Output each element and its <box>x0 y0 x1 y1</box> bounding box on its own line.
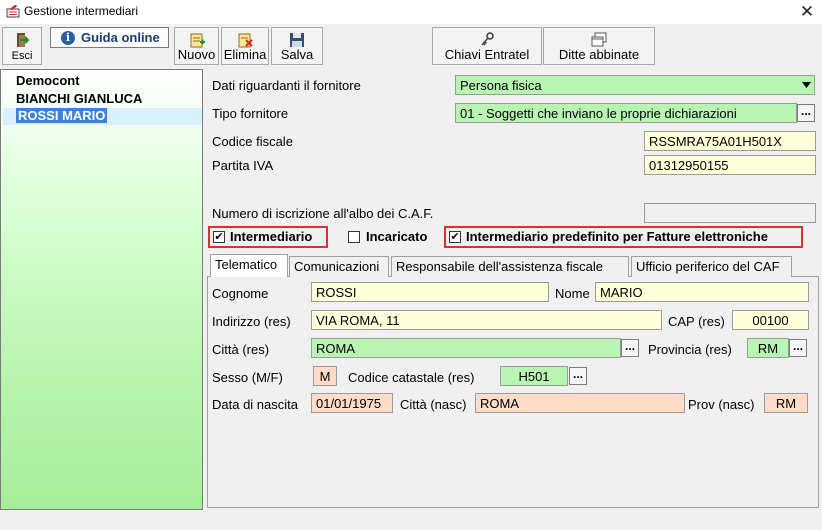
list-item-selected[interactable]: ROSSI MARIO <box>3 108 202 125</box>
citta-label: Città (res) <box>212 342 270 357</box>
tab-responsabile[interactable]: Responsabile dell'assistenza fiscale <box>391 256 629 277</box>
tab-telematico[interactable]: Telematico <box>210 254 288 277</box>
caf-label: Numero di iscrizione all'albo dei C.A.F. <box>212 206 434 221</box>
nome-label: Nome <box>555 286 590 301</box>
dati-fornitore-select[interactable]: Persona fisica <box>455 75 815 95</box>
chiavi-label: Chiavi Entratel <box>444 47 530 62</box>
ditte-label: Ditte abbinate <box>558 47 640 62</box>
chiavi-entratel-button[interactable]: Chiavi Entratel <box>432 27 542 65</box>
tipo-label: Tipo fornitore <box>212 106 289 121</box>
esci-button[interactable]: Esci <box>2 27 42 65</box>
prov-nascita-input[interactable]: RM <box>764 393 808 413</box>
cap-input[interactable]: 00100 <box>732 310 809 330</box>
provincia-lookup-button[interactable]: ... <box>789 339 807 357</box>
cf-label: Codice fiscale <box>212 134 293 149</box>
incaricato-label: Incaricato <box>366 229 428 244</box>
title-bar: Gestione intermediari ✕ <box>0 0 822 24</box>
list-item-selected-label: ROSSI MARIO <box>16 108 108 123</box>
tipo-fornitore-field[interactable]: 01 - Soggetti che inviano le proprie dic… <box>455 103 797 123</box>
ditte-abbinate-button[interactable]: Ditte abbinate <box>543 27 655 65</box>
nuovo-button[interactable]: Nuovo <box>174 27 219 65</box>
guida-label: Guida online <box>81 30 160 45</box>
incaricato-checkbox[interactable] <box>348 231 360 243</box>
citta-nascita-input[interactable]: ROMA <box>475 393 685 413</box>
codice-catastale-input[interactable]: H501 <box>500 366 568 386</box>
citta-nasc-label: Città (nasc) <box>400 397 467 412</box>
sesso-label: Sesso (M/F) <box>212 370 283 385</box>
provincia-label: Provincia (res) <box>648 342 732 357</box>
nome-input[interactable]: MARIO <box>595 282 809 302</box>
cognome-input[interactable]: ROSSI <box>311 282 549 302</box>
info-icon: i <box>61 31 75 45</box>
dati-value: Persona fisica <box>460 78 542 93</box>
nuovo-label: Nuovo <box>177 47 216 62</box>
citta-lookup-button[interactable]: ... <box>621 339 639 357</box>
list-item[interactable]: BIANCHI GIANLUCA <box>16 91 142 106</box>
catastale-lookup-button[interactable]: ... <box>569 367 587 385</box>
guida-online-button[interactable]: i Guida online <box>50 27 169 48</box>
catastale-label: Codice catastale (res) <box>348 370 475 385</box>
intermediario-checkbox[interactable]: ✔ <box>213 231 225 243</box>
cognome-label: Cognome <box>212 286 269 301</box>
intermediario-label: Intermediario <box>230 229 313 244</box>
codice-fiscale-input[interactable]: RSSMRA75A01H501X <box>644 131 816 151</box>
citta-input[interactable]: ROMA <box>311 338 621 358</box>
tab-ufficio-periferico[interactable]: Ufficio periferico del CAF <box>631 256 792 277</box>
cap-label: CAP (res) <box>668 314 725 329</box>
close-icon[interactable]: ✕ <box>796 1 818 23</box>
provincia-input[interactable]: RM <box>747 338 789 358</box>
prov-nasc-label: Prov (nasc) <box>688 397 755 412</box>
tab-comunicazioni[interactable]: Comunicazioni <box>289 256 389 277</box>
salva-label: Salva <box>280 47 314 62</box>
data-nascita-input[interactable]: 01/01/1975 <box>311 393 393 413</box>
window-title: Gestione intermediari <box>24 4 139 18</box>
salva-button[interactable]: Salva <box>271 27 323 65</box>
list-item[interactable]: Democont <box>16 73 80 88</box>
exit-icon <box>17 33 30 47</box>
tipo-lookup-button[interactable]: ... <box>797 104 815 122</box>
piva-label: Partita IVA <box>212 158 274 173</box>
partita-iva-input[interactable]: 01312950155 <box>644 155 816 175</box>
indirizzo-input[interactable]: VIA ROMA, 11 <box>311 310 662 330</box>
caf-number-input[interactable] <box>644 203 816 223</box>
app-icon <box>6 5 20 18</box>
nascita-label: Data di nascita <box>212 397 298 412</box>
predefinito-label: Intermediario predefinito per Fatture el… <box>466 229 768 244</box>
elimina-button[interactable]: Elimina <box>221 27 269 65</box>
predefinito-checkbox[interactable]: ✔ <box>449 231 461 243</box>
indirizzo-label: Indirizzo (res) <box>212 314 291 329</box>
chevron-down-icon <box>802 82 811 88</box>
dati-label: Dati riguardanti il fornitore <box>212 78 361 93</box>
sesso-input[interactable]: M <box>313 366 337 386</box>
elimina-label: Elimina <box>223 47 267 62</box>
intermediari-list[interactable]: Democont BIANCHI GIANLUCA ROSSI MARIO <box>0 69 203 510</box>
esci-label: Esci <box>11 50 33 62</box>
